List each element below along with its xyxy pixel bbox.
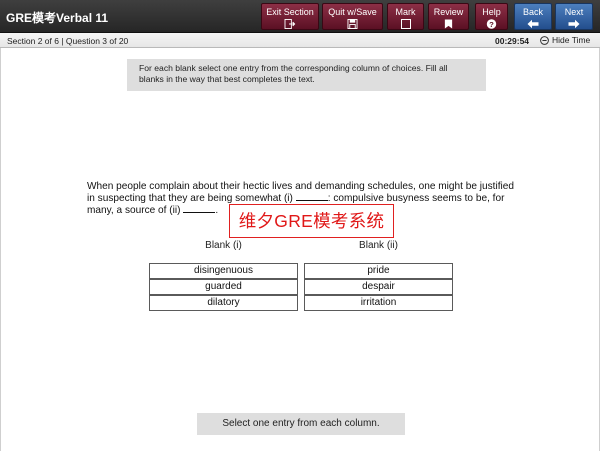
arrow-left-icon (527, 19, 539, 29)
blank-i-choice-2[interactable]: guarded (149, 279, 298, 295)
footer-message: Select one entry from each column. (197, 413, 405, 435)
exit-section-button[interactable]: Exit Section (261, 3, 319, 30)
review-button[interactable]: Review (428, 3, 469, 30)
help-label: Help (482, 7, 501, 17)
minus-circle-icon (540, 35, 549, 45)
quit-save-button[interactable]: Quit w/Save (322, 3, 383, 30)
blank-ii-choice-2[interactable]: despair (304, 279, 453, 295)
svg-text:?: ? (489, 20, 494, 29)
blank-ii-choice-1[interactable]: pride (304, 263, 453, 279)
blank-i-choice-3[interactable]: dilatory (149, 295, 298, 311)
back-label: Back (522, 7, 543, 17)
blank-i-line (295, 193, 328, 201)
app-title: GRE模考Verbal 11 (6, 11, 109, 25)
blank-ii-choice-3[interactable]: irritation (304, 295, 453, 311)
review-label: Review (433, 7, 464, 17)
question-content: For each blank select one entry from the… (0, 48, 600, 451)
watermark-overlay: 维夕GRE模考系统 (229, 204, 394, 238)
question-part-3: . (215, 204, 219, 216)
blank-i-choice-1[interactable]: disingenuous (149, 263, 298, 279)
quit-save-label: Quit w/Save (328, 7, 377, 17)
exit-icon (284, 19, 296, 29)
mark-label: Mark (395, 7, 416, 17)
exit-section-label: Exit Section (266, 7, 314, 17)
mark-button[interactable]: Mark (387, 3, 424, 30)
next-button[interactable]: Next (555, 3, 593, 30)
back-button[interactable]: Back (514, 3, 552, 30)
hide-time-label: Hide Time (552, 35, 591, 45)
top-toolbar: GRE模考Verbal 11 Exit Section Quit w/Save … (0, 0, 600, 33)
next-label: Next (564, 7, 584, 17)
blank-ii-header: Blank (ii) (359, 240, 398, 251)
arrow-right-icon (568, 19, 580, 29)
question-mark-icon: ? (486, 19, 497, 29)
instructions-box: For each blank select one entry from the… (127, 59, 486, 91)
help-button[interactable]: Help ? (475, 3, 508, 30)
blank-i-header: Blank (i) (205, 240, 242, 251)
floppy-save-icon (347, 19, 358, 29)
status-bar: Section 2 of 6 | Question 3 of 20 00:29:… (0, 33, 600, 48)
countdown-timer: 00:29:54 (495, 36, 530, 46)
blank-ii-line (183, 205, 216, 213)
hide-time-toggle[interactable]: Hide Time (540, 35, 590, 45)
bookmark-icon (444, 19, 453, 29)
section-question-info: Section 2 of 6 | Question 3 of 20 (7, 36, 129, 46)
checkbox-icon (400, 19, 411, 29)
